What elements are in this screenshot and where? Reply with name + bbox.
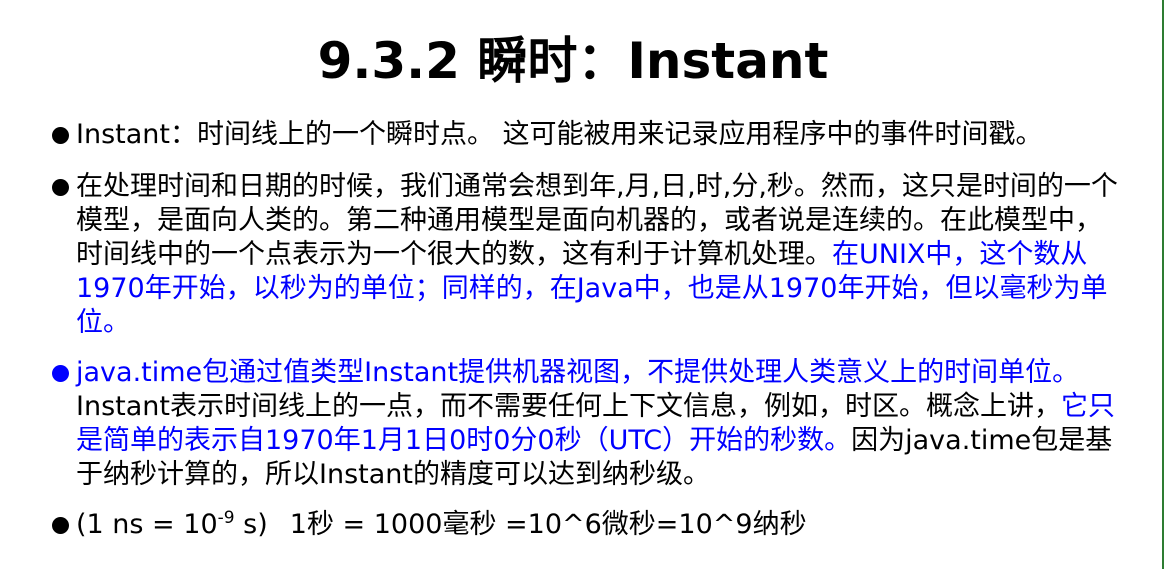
bullet-dot-icon xyxy=(52,365,69,382)
unit-conversion-text: 1秒 = 1000毫秒 =10^6微秒=10^9纳秒 xyxy=(289,509,807,540)
unit-s-text: s) xyxy=(234,509,268,540)
exponent: -9 xyxy=(217,508,235,528)
slide-title: 9.3.2 瞬时：Instant xyxy=(317,32,829,90)
bullet-time-models: 在处理时间和日期的时候，我们通常会想到年,月,日,时,分,秒。然而，这只是时间的… xyxy=(52,170,1127,340)
unit-ns-text: (1 ns = 10 xyxy=(76,509,218,540)
bullet-dot-icon xyxy=(52,127,69,144)
bullet-text: Instant：时间线上的一个瞬时点。 这可能被用来记录应用程序中的事件时间戳。 xyxy=(76,119,1043,150)
bullet-dot-icon xyxy=(52,179,69,196)
slide: 9.3.2 瞬时：Instant Instant：时间线上的一个瞬时点。 这可能… xyxy=(0,0,1164,569)
bullet-dot-icon xyxy=(52,517,69,534)
bullet-text: Instant表示时间线上的一点，而不需要任何上下文信息，例如，时区。概念上讲， xyxy=(76,391,1061,422)
bullet-java-time-instant: java.time包通过值类型Instant提供机器视图，不提供处理人类意义上的… xyxy=(52,356,1127,492)
bullet-list: Instant：时间线上的一个瞬时点。 这可能被用来记录应用程序中的事件时间戳。… xyxy=(52,118,1127,556)
bullet-instant-definition: Instant：时间线上的一个瞬时点。 这可能被用来记录应用程序中的事件时间戳。 xyxy=(52,118,1127,152)
bullet-text-highlight: java.time包通过值类型Instant提供机器视图，不提供处理人类意义上的… xyxy=(76,357,1080,388)
bullet-time-units: (1 ns = 10-9 s) 1秒 = 1000毫秒 =10^6微秒=10^9纳… xyxy=(52,508,1127,542)
